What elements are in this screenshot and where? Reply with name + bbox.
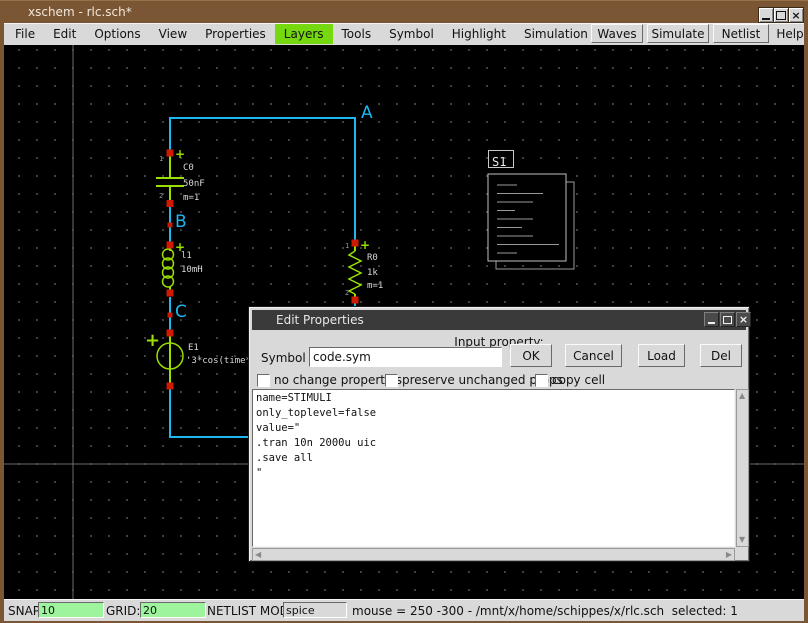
minimize-icon — [708, 322, 715, 324]
r0-name: R0 — [367, 254, 378, 263]
window-close-button[interactable]: × — [788, 7, 804, 23]
s1-name-box[interactable]: S1 — [488, 150, 514, 168]
window-title: xschem - rlc.sch* — [28, 5, 132, 19]
menu-edit[interactable]: Edit — [44, 24, 85, 44]
menubar: File Edit Options View Properties Layers… — [4, 23, 804, 46]
l1-name: l1 — [181, 252, 192, 261]
edit-properties-dialog: Edit Properties × Input property: Symbol… — [248, 306, 750, 562]
statusbar: SNAP: GRID: NETLIST MODE: mouse = 250 -3… — [4, 599, 804, 621]
ok-button[interactable]: OK — [510, 344, 552, 367]
waves-button[interactable]: Waves — [591, 24, 643, 43]
window-titlebar[interactable]: xschem - rlc.sch* × — [0, 1, 808, 23]
c0-name: C0 — [183, 164, 194, 173]
no-change-properties-label: no change properties — [274, 373, 402, 387]
e1-name: E1 — [188, 344, 199, 353]
node-label-c[interactable]: C — [175, 304, 187, 321]
menu-properties[interactable]: Properties — [196, 24, 275, 44]
dialog-title: Edit Properties — [276, 313, 364, 327]
menu-tools[interactable]: Tools — [333, 24, 381, 44]
menu-layers[interactable]: Layers — [275, 24, 333, 44]
scroll-down-icon[interactable]: ▼ — [739, 536, 745, 544]
menu-highlight[interactable]: Highlight — [443, 24, 515, 44]
copy-cell-label: copy cell — [552, 373, 605, 387]
vertical-scrollbar[interactable]: ▲ ▼ — [736, 389, 749, 547]
window-maximize-button[interactable] — [773, 7, 789, 23]
no-change-properties-checkbox[interactable] — [257, 374, 270, 387]
r0-plus-polarity-icon: + — [360, 239, 370, 251]
menu-symbol[interactable]: Symbol — [380, 24, 443, 44]
snap-input[interactable] — [38, 602, 104, 618]
code-symbol-s1[interactable] — [488, 174, 574, 269]
dialog-titlebar[interactable]: Edit Properties × — [252, 310, 746, 330]
menu-simulation[interactable]: Simulation — [515, 24, 597, 44]
horizontal-scrollbar[interactable]: ◀ ▶ — [252, 548, 735, 561]
wire-e1-bottom[interactable] — [170, 390, 256, 438]
copy-cell-checkbox[interactable] — [535, 374, 548, 387]
load-button[interactable]: Load — [638, 344, 685, 367]
l1-value: 10mH — [181, 266, 203, 275]
del-button[interactable]: Del — [700, 344, 742, 367]
resistor-r0[interactable] — [349, 247, 361, 297]
window-minimize-button[interactable] — [758, 7, 774, 23]
c0-pin1-number: 1 — [159, 156, 163, 163]
maximize-icon — [776, 11, 786, 20]
close-icon: × — [739, 314, 748, 325]
app-window-frame: xschem - rlc.sch* × File Edit Options Vi… — [0, 0, 808, 623]
source-e1[interactable] — [157, 337, 183, 387]
menu-options[interactable]: Options — [85, 24, 149, 44]
simulate-button[interactable]: Simulate — [647, 24, 709, 43]
menu-help[interactable]: Help — [774, 24, 806, 43]
maximize-icon — [723, 316, 732, 324]
c0-value: 50nF — [183, 180, 205, 189]
netlist-button[interactable]: Netlist — [713, 24, 769, 43]
node-label-a[interactable]: A — [361, 105, 373, 122]
scroll-up-icon[interactable]: ▲ — [739, 392, 745, 400]
mouse-status-text: mouse = 250 -300 - /mnt/x/home/schippes/… — [352, 604, 738, 618]
close-icon: × — [791, 10, 800, 21]
c0-plus-polarity-icon: + — [175, 148, 185, 160]
e1-plus-polarity-icon: + — [145, 332, 160, 350]
preserve-unchanged-props-checkbox[interactable] — [385, 374, 398, 387]
node-label-b[interactable]: B — [175, 214, 187, 231]
c0-mult: m=1 — [183, 194, 199, 203]
dialog-minimize-button[interactable] — [704, 312, 719, 327]
grid-input[interactable] — [140, 602, 206, 618]
s1-name: S1 — [489, 155, 506, 169]
dialog-close-button[interactable]: × — [736, 312, 751, 327]
c0-pin2-number: 2 — [159, 193, 163, 200]
minimize-icon — [762, 18, 770, 20]
r0-value: 1k — [367, 269, 378, 278]
property-text-wrapper: name=STIMULI only_toplevel=false value="… — [252, 389, 735, 547]
dialog-maximize-button[interactable] — [720, 312, 735, 327]
scroll-left-icon[interactable]: ◀ — [255, 551, 261, 559]
r0-pin1-number: 1 — [345, 243, 349, 250]
inductor-l1[interactable] — [163, 248, 174, 290]
netlist-mode-input[interactable] — [283, 602, 347, 618]
menu-view[interactable]: View — [150, 24, 196, 44]
menu-file[interactable]: File — [6, 24, 44, 44]
cancel-button[interactable]: Cancel — [565, 344, 622, 367]
r0-mult: m=1 — [367, 282, 383, 291]
symbol-input[interactable] — [309, 347, 502, 367]
scroll-right-icon[interactable]: ▶ — [726, 551, 732, 559]
grid-label: GRID: — [106, 604, 140, 618]
r0-pin2-number: 2 — [345, 290, 349, 297]
symbol-label: Symbol — [261, 351, 306, 365]
property-textarea[interactable]: name=STIMULI only_toplevel=false value="… — [253, 390, 734, 546]
